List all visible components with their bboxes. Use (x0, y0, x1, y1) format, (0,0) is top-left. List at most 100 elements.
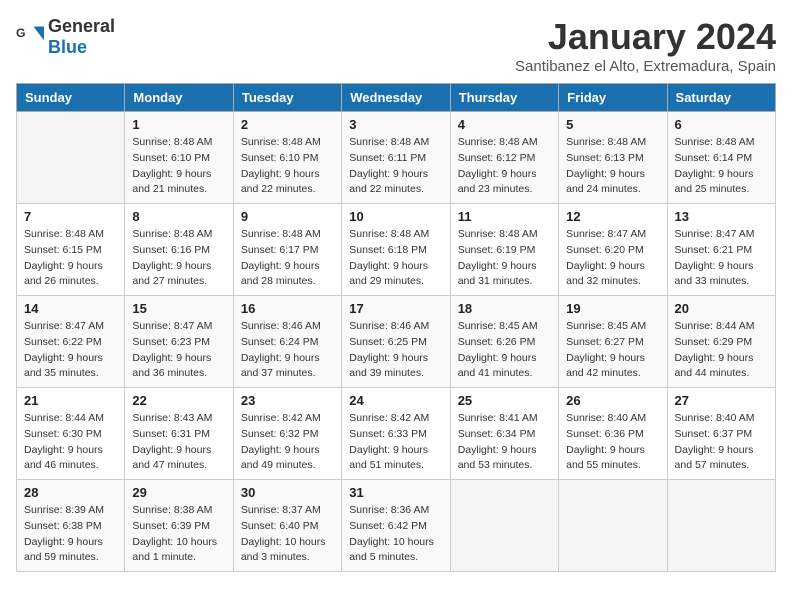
calendar-body: 1 Sunrise: 8:48 AMSunset: 6:10 PMDaylight… (17, 112, 776, 572)
calendar-cell: 28Sunrise: 8:39 AMSunset: 6:38 PMDayligh… (17, 480, 125, 572)
day-number: 6 (675, 117, 768, 132)
day-detail: Sunrise: 8:48 AMSunset: 6:14 PMDaylight:… (675, 135, 768, 198)
calendar-subtitle: Santibanez el Alto, Extremadura, Spain (515, 58, 776, 75)
calendar-week-5: 28Sunrise: 8:39 AMSunset: 6:38 PMDayligh… (17, 480, 776, 572)
day-number: 14 (24, 301, 117, 316)
calendar-cell: 12 Sunrise: 8:47 AMSunset: 6:20 PMDayligh… (559, 204, 667, 296)
day-number: 23 (241, 393, 334, 408)
day-number: 26 (566, 393, 659, 408)
header: G General Blue January 2024 Santibanez e… (16, 16, 776, 75)
calendar-cell: 18Sunrise: 8:45 AMSunset: 6:26 PMDayligh… (450, 296, 558, 388)
calendar-week-2: 7 Sunrise: 8:48 AMSunset: 6:15 PMDaylight… (17, 204, 776, 296)
calendar-cell: 25 Sunrise: 8:41 AMSunset: 6:34 PMDayligh… (450, 388, 558, 480)
day-detail: Sunrise: 8:48 AMSunset: 6:10 PMDaylight:… (241, 135, 334, 198)
day-number: 1 (132, 117, 225, 132)
title-area: January 2024 Santibanez el Alto, Extrema… (515, 16, 776, 75)
calendar-cell: 11Sunrise: 8:48 AMSunset: 6:19 PMDayligh… (450, 204, 558, 296)
calendar-cell: 31Sunrise: 8:36 AMSunset: 6:42 PMDayligh… (342, 480, 450, 572)
day-number: 27 (675, 393, 768, 408)
day-number: 17 (349, 301, 442, 316)
day-detail: Sunrise: 8:40 AMSunset: 6:36 PMDaylight:… (566, 411, 659, 474)
weekday-header-row: SundayMondayTuesdayWednesdayThursdayFrid… (17, 84, 776, 112)
day-number: 3 (349, 117, 442, 132)
day-detail: Sunrise: 8:44 AMSunset: 6:29 PMDaylight:… (675, 319, 768, 382)
calendar-cell: 3Sunrise: 8:48 AMSunset: 6:11 PMDaylight… (342, 112, 450, 204)
calendar-title: January 2024 (515, 16, 776, 58)
day-detail: Sunrise: 8:46 AMSunset: 6:25 PMDaylight:… (349, 319, 442, 382)
calendar-table: SundayMondayTuesdayWednesdayThursdayFrid… (16, 83, 776, 572)
day-detail: Sunrise: 8:38 AMSunset: 6:39 PMDaylight:… (132, 503, 225, 566)
day-number: 13 (675, 209, 768, 224)
day-detail: Sunrise: 8:46 AMSunset: 6:24 PMDaylight:… (241, 319, 334, 382)
calendar-cell (17, 112, 125, 204)
calendar-cell: 22Sunrise: 8:43 AMSunset: 6:31 PMDayligh… (125, 388, 233, 480)
weekday-saturday: Saturday (667, 84, 775, 112)
day-number: 11 (458, 209, 551, 224)
day-number: 28 (24, 485, 117, 500)
day-number: 12 (566, 209, 659, 224)
calendar-cell: 6 Sunrise: 8:48 AMSunset: 6:14 PMDaylight… (667, 112, 775, 204)
calendar-cell: 21Sunrise: 8:44 AMSunset: 6:30 PMDayligh… (17, 388, 125, 480)
day-number: 4 (458, 117, 551, 132)
calendar-cell: 2 Sunrise: 8:48 AMSunset: 6:10 PMDaylight… (233, 112, 341, 204)
calendar-cell: 23 Sunrise: 8:42 AMSunset: 6:32 PMDayligh… (233, 388, 341, 480)
calendar-cell: 13Sunrise: 8:47 AMSunset: 6:21 PMDayligh… (667, 204, 775, 296)
weekday-friday: Friday (559, 84, 667, 112)
calendar-cell: 10 Sunrise: 8:48 AMSunset: 6:18 PMDayligh… (342, 204, 450, 296)
day-number: 10 (349, 209, 442, 224)
day-number: 2 (241, 117, 334, 132)
day-detail: Sunrise: 8:36 AMSunset: 6:42 PMDaylight:… (349, 503, 442, 566)
day-number: 21 (24, 393, 117, 408)
calendar-cell: 9Sunrise: 8:48 AMSunset: 6:17 PMDaylight… (233, 204, 341, 296)
day-number: 8 (132, 209, 225, 224)
day-detail: Sunrise: 8:37 AMSunset: 6:40 PMDaylight:… (241, 503, 334, 566)
day-detail: Sunrise: 8:47 AMSunset: 6:23 PMDaylight:… (132, 319, 225, 382)
day-number: 7 (24, 209, 117, 224)
day-number: 5 (566, 117, 659, 132)
day-detail: Sunrise: 8:48 AMSunset: 6:10 PMDaylight:… (132, 135, 225, 198)
weekday-wednesday: Wednesday (342, 84, 450, 112)
calendar-cell: 17 Sunrise: 8:46 AMSunset: 6:25 PMDayligh… (342, 296, 450, 388)
logo-icon: G (16, 23, 44, 51)
day-number: 20 (675, 301, 768, 316)
day-detail: Sunrise: 8:48 AMSunset: 6:15 PMDaylight:… (24, 227, 117, 290)
day-number: 18 (458, 301, 551, 316)
weekday-monday: Monday (125, 84, 233, 112)
calendar-cell: 8 Sunrise: 8:48 AMSunset: 6:16 PMDaylight… (125, 204, 233, 296)
day-detail: Sunrise: 8:47 AMSunset: 6:20 PMDaylight:… (566, 227, 659, 290)
calendar-cell (559, 480, 667, 572)
day-detail: Sunrise: 8:48 AMSunset: 6:13 PMDaylight:… (566, 135, 659, 198)
calendar-cell: 7 Sunrise: 8:48 AMSunset: 6:15 PMDaylight… (17, 204, 125, 296)
calendar-cell: 24 Sunrise: 8:42 AMSunset: 6:33 PMDayligh… (342, 388, 450, 480)
calendar-week-3: 14 Sunrise: 8:47 AMSunset: 6:22 PMDayligh… (17, 296, 776, 388)
day-detail: Sunrise: 8:47 AMSunset: 6:22 PMDaylight:… (24, 319, 117, 382)
day-detail: Sunrise: 8:41 AMSunset: 6:34 PMDaylight:… (458, 411, 551, 474)
day-detail: Sunrise: 8:42 AMSunset: 6:33 PMDaylight:… (349, 411, 442, 474)
calendar-cell: 19 Sunrise: 8:45 AMSunset: 6:27 PMDayligh… (559, 296, 667, 388)
weekday-thursday: Thursday (450, 84, 558, 112)
day-detail: Sunrise: 8:45 AMSunset: 6:27 PMDaylight:… (566, 319, 659, 382)
svg-text:G: G (16, 26, 26, 40)
calendar-cell: 5 Sunrise: 8:48 AMSunset: 6:13 PMDaylight… (559, 112, 667, 204)
day-number: 25 (458, 393, 551, 408)
calendar-cell: 16Sunrise: 8:46 AMSunset: 6:24 PMDayligh… (233, 296, 341, 388)
logo: G General Blue (16, 16, 115, 58)
calendar-cell: 14 Sunrise: 8:47 AMSunset: 6:22 PMDayligh… (17, 296, 125, 388)
calendar-cell: 4 Sunrise: 8:48 AMSunset: 6:12 PMDaylight… (450, 112, 558, 204)
calendar-cell (667, 480, 775, 572)
day-detail: Sunrise: 8:48 AMSunset: 6:12 PMDaylight:… (458, 135, 551, 198)
day-detail: Sunrise: 8:48 AMSunset: 6:18 PMDaylight:… (349, 227, 442, 290)
day-detail: Sunrise: 8:48 AMSunset: 6:16 PMDaylight:… (132, 227, 225, 290)
calendar-cell: 27 Sunrise: 8:40 AMSunset: 6:37 PMDayligh… (667, 388, 775, 480)
calendar-cell: 20 Sunrise: 8:44 AMSunset: 6:29 PMDayligh… (667, 296, 775, 388)
calendar-cell: 26 Sunrise: 8:40 AMSunset: 6:36 PMDayligh… (559, 388, 667, 480)
weekday-sunday: Sunday (17, 84, 125, 112)
day-detail: Sunrise: 8:42 AMSunset: 6:32 PMDaylight:… (241, 411, 334, 474)
day-number: 24 (349, 393, 442, 408)
day-number: 19 (566, 301, 659, 316)
day-detail: Sunrise: 8:40 AMSunset: 6:37 PMDaylight:… (675, 411, 768, 474)
logo-general: General (48, 16, 115, 36)
calendar-week-4: 21Sunrise: 8:44 AMSunset: 6:30 PMDayligh… (17, 388, 776, 480)
calendar-cell: 29Sunrise: 8:38 AMSunset: 6:39 PMDayligh… (125, 480, 233, 572)
weekday-tuesday: Tuesday (233, 84, 341, 112)
